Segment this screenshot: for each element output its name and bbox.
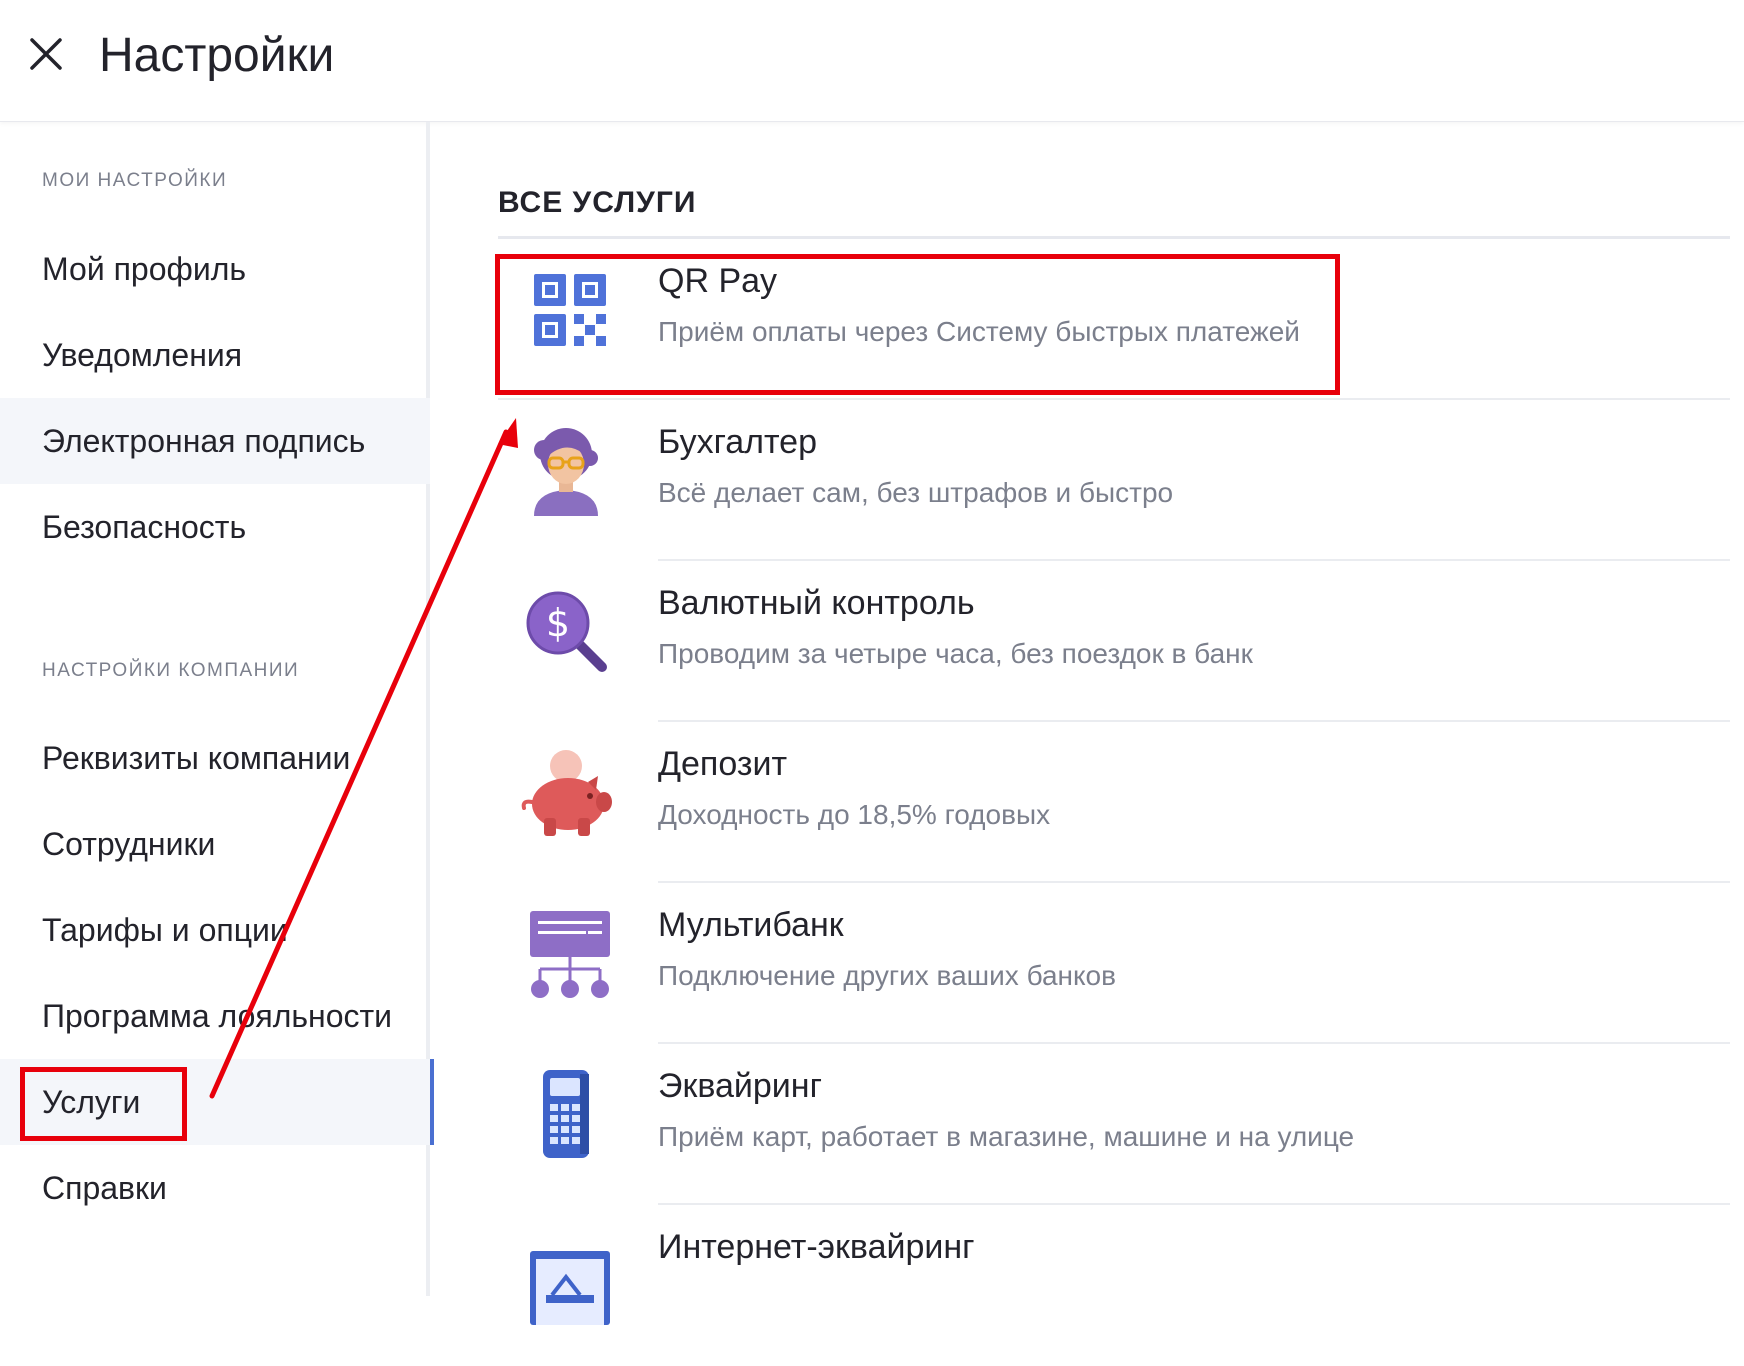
service-name: Депозит (658, 745, 788, 783)
service-description: Всё делает сам, без штрафов и быстро (658, 477, 1174, 508)
sidebar-item-loyalty[interactable]: Программа лояльности (0, 973, 430, 1059)
internet-acquiring-icon (516, 1225, 616, 1325)
service-name: Бухгалтер (658, 423, 817, 461)
service-currency-control[interactable]: $ Валютный контроль Проводим за четыре ч… (498, 561, 1730, 722)
service-qr-pay[interactable]: QR Pay Приём оплаты через Систему быстры… (498, 239, 1730, 400)
close-icon[interactable] (22, 30, 70, 78)
section-title: ВСЕ УСЛУГИ (498, 186, 697, 219)
sidebar-item-security[interactable]: Безопасность (0, 484, 430, 570)
service-deposit[interactable]: Депозит Доходность до 18,5% годовых (498, 722, 1730, 883)
multibank-icon (516, 903, 616, 1003)
service-internet-acquiring[interactable]: Интернет-эквайринг (498, 1205, 1730, 1366)
qr-code-icon (516, 259, 616, 359)
service-description: Проводим за четыре часа, без поездок в б… (658, 638, 1253, 669)
sidebar: МОИ НАСТРОЙКИ Мой профиль Уведомления Эл… (0, 122, 434, 1296)
header: Настройки (0, 0, 1744, 122)
service-multibank[interactable]: Мультибанк Подключение других ваших банк… (498, 883, 1730, 1044)
currency-search-icon: $ (516, 581, 616, 681)
sidebar-item-profile[interactable]: Мой профиль (0, 226, 430, 312)
sidebar-item-company-details[interactable]: Реквизиты компании (0, 715, 430, 801)
service-name: Интернет-эквайринг (658, 1228, 975, 1266)
page-title: Настройки (99, 29, 335, 82)
sidebar-item-e-signature[interactable]: Электронная подпись (0, 398, 430, 484)
service-description: Доходность до 18,5% годовых (658, 799, 1051, 830)
sidebar-item-employees[interactable]: Сотрудники (0, 801, 430, 887)
service-acquiring[interactable]: Эквайринг Приём карт, работает в магазин… (498, 1044, 1730, 1205)
section-label-my-settings: МОИ НАСТРОЙКИ (42, 170, 228, 191)
sidebar-item-certificates[interactable]: Справки (0, 1145, 430, 1231)
service-description: Приём оплаты через Систему быстрых плате… (658, 316, 1300, 347)
accountant-icon (516, 420, 616, 520)
service-description: Подключение других ваших банков (658, 960, 1117, 991)
service-accountant[interactable]: Бухгалтер Всё делает сам, без штрафов и … (498, 400, 1730, 561)
sidebar-item-notifications[interactable]: Уведомления (0, 312, 430, 398)
service-name: Мультибанк (658, 906, 844, 944)
piggy-bank-icon (516, 742, 616, 842)
service-name: Эквайринг (658, 1067, 822, 1105)
service-name: Валютный контроль (658, 584, 975, 622)
service-name: QR Pay (658, 262, 778, 300)
section-label-company-settings: НАСТРОЙКИ КОМПАНИИ (42, 660, 300, 681)
pos-terminal-icon (516, 1064, 616, 1164)
service-description: Приём карт, работает в магазине, машине … (658, 1121, 1355, 1152)
svg-text:$: $ (546, 601, 570, 645)
sidebar-item-services[interactable]: Услуги (0, 1059, 434, 1145)
sidebar-item-tariffs[interactable]: Тарифы и опции (0, 887, 430, 973)
